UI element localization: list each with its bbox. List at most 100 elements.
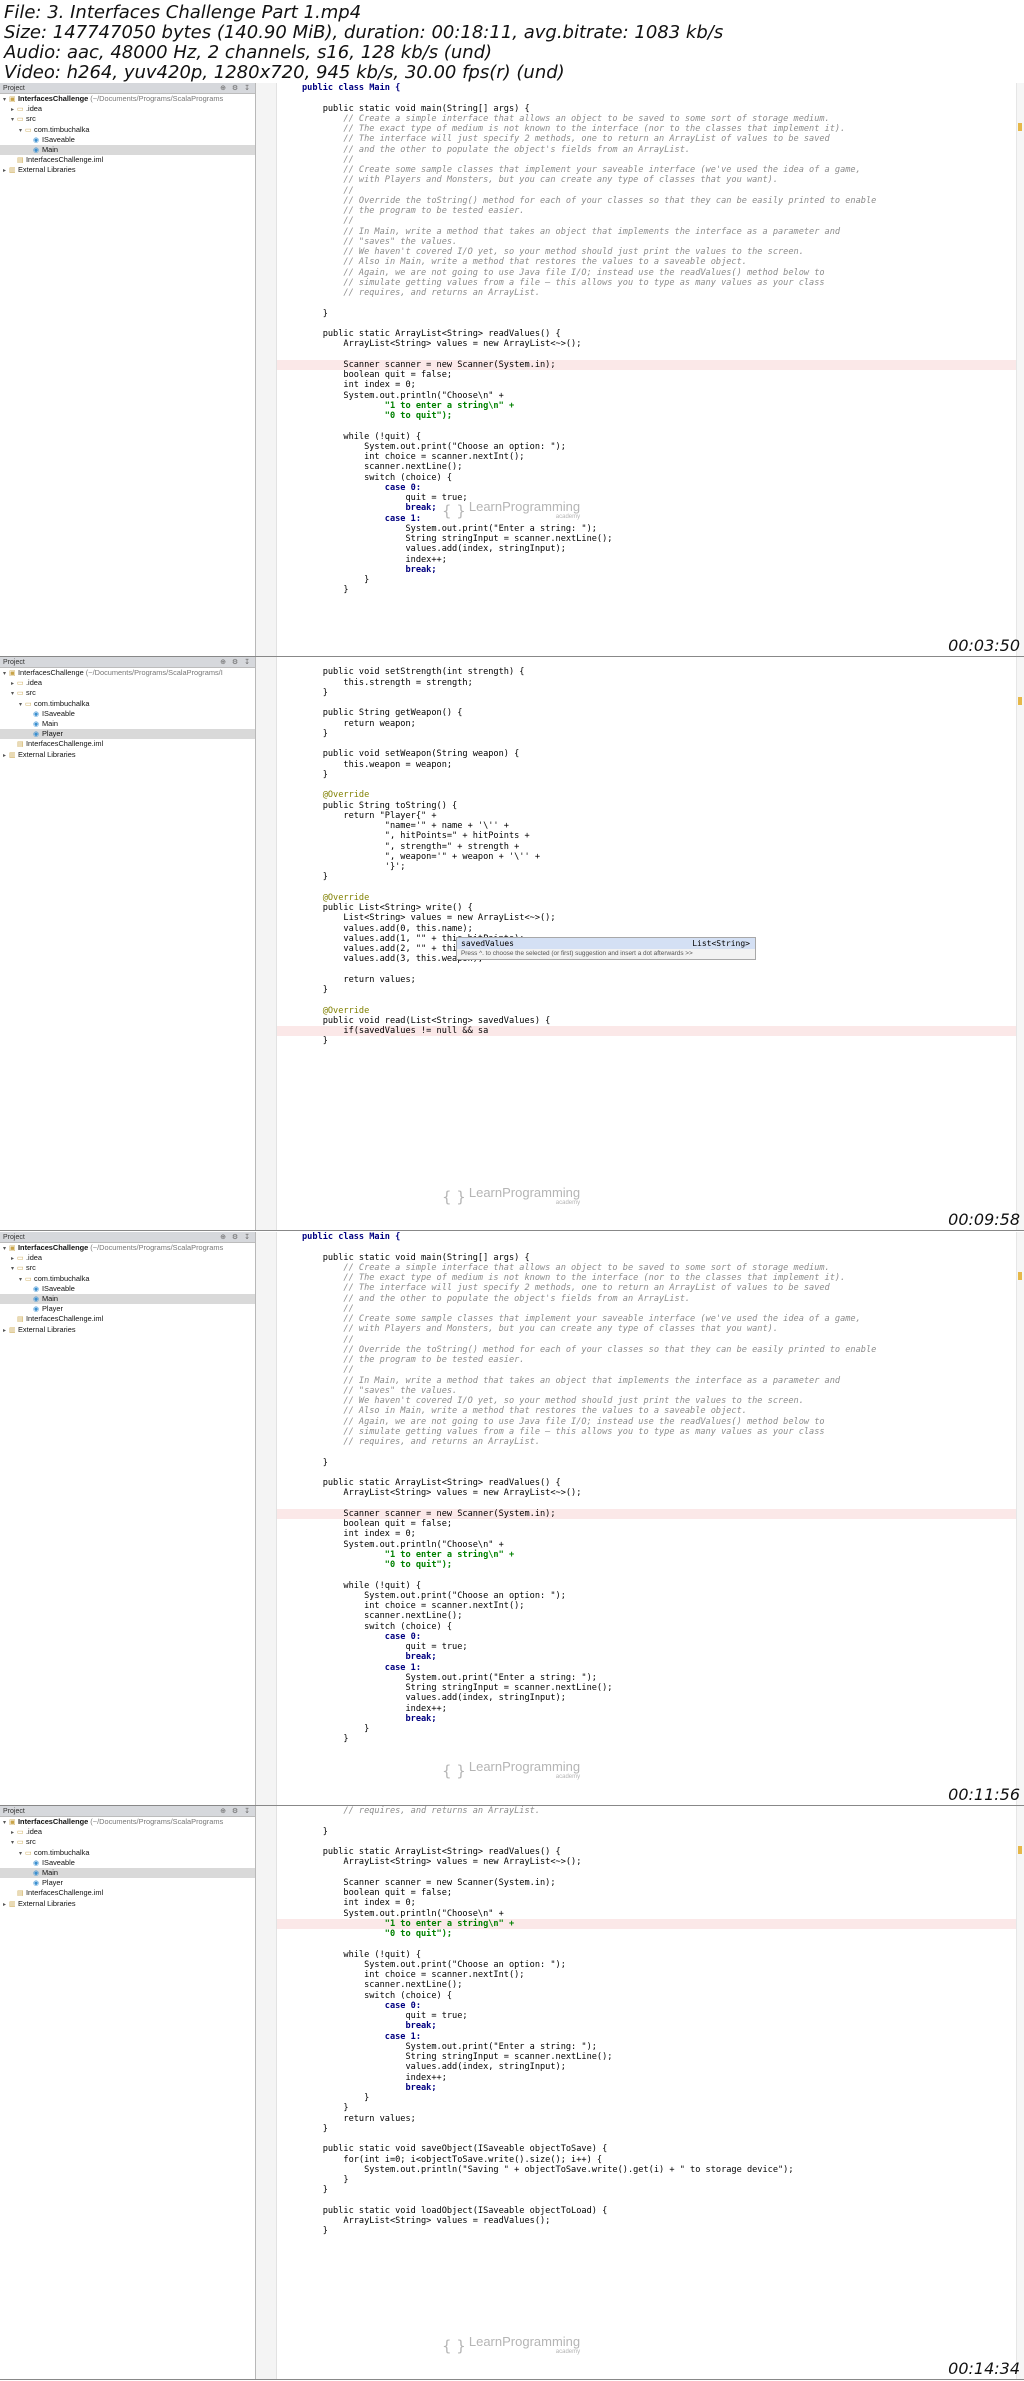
code-line[interactable]: 41 System.out.print("Choose an option: "…: [277, 442, 1024, 452]
code-line[interactable]: 49 System.out.print("Enter a string: ");: [277, 2042, 1024, 2052]
editor-error-stripe[interactable]: [1016, 83, 1024, 657]
code-line[interactable]: 23 // Also in Main, write a method that …: [277, 257, 1024, 267]
project-tree-item[interactable]: ▾ ▣ InterfacesChallenge (~/Documents/Progr…: [0, 668, 255, 678]
code-line[interactable]: 11 // The interface will just specify 2 …: [277, 134, 1024, 144]
code-line[interactable]: 26 // requires, and returns an ArrayList…: [277, 1806, 1024, 1816]
project-tree-item[interactable]: ◉ Main: [0, 144, 255, 156]
code-line[interactable]: 56 return values;: [277, 2114, 1024, 2124]
code-line[interactable]: 48 case 1:: [277, 2032, 1024, 2042]
code-line[interactable]: 58 ", hitPoints=" + hitPoints +: [277, 831, 1024, 841]
code-line[interactable]: 43 scanner.nextLine();: [277, 1980, 1024, 1990]
code-line[interactable]: 41: [277, 657, 1024, 667]
code-line[interactable]: 83: [277, 1088, 1024, 1098]
project-tree-item[interactable]: ▸ ▭ .idea: [0, 1827, 255, 1837]
code-line[interactable]: 7: [277, 1242, 1024, 1252]
code-line[interactable]: 44 switch (choice) {: [277, 473, 1024, 483]
project-tree-item[interactable]: ◉ Main: [0, 719, 255, 729]
code-line[interactable]: 36 System.out.println("Choose\n" +: [277, 1540, 1024, 1550]
code-line[interactable]: 42 public void setStrength(int strength)…: [277, 667, 1024, 677]
code-line[interactable]: 26 // requires, and returns an ArrayList…: [277, 288, 1024, 298]
code-line[interactable]: 11 // The interface will just specify 2 …: [277, 1283, 1024, 1293]
code-line[interactable]: 33 Scanner scanner = new Scanner(System.…: [277, 359, 1024, 370]
code-line[interactable]: 44 switch (choice) {: [277, 1991, 1024, 2001]
code-line[interactable]: 77 if(savedValues != null && sa!: [277, 1026, 1024, 1037]
editor-gutter[interactable]: [256, 657, 277, 1231]
code-line[interactable]: 34 boolean quit = false;: [277, 370, 1024, 380]
code-line[interactable]: 27: [277, 298, 1024, 308]
autocomplete-popup[interactable]: savedValues List<String> Press ^. to choos…: [456, 937, 756, 960]
project-tree-item[interactable]: ▾ ▭ com.timbuchalka: [0, 1848, 255, 1858]
code-line[interactable]: 82: [277, 1077, 1024, 1087]
code-line[interactable]: 22 // We haven't covered I/O yet, so you…: [277, 1396, 1024, 1406]
code-line[interactable]: 49 System.out.print("Enter a string: ");: [277, 524, 1024, 534]
code-line[interactable]: 27: [277, 1816, 1024, 1826]
code-line[interactable]: 67 values.add(0, this.name);: [277, 924, 1024, 934]
code-line[interactable]: 42 int choice = scanner.nextInt();: [277, 1601, 1024, 1611]
code-line[interactable]: 44 }: [277, 688, 1024, 698]
code-line[interactable]: 50 String stringInput = scanner.nextLine…: [277, 1683, 1024, 1693]
code-line[interactable]: 17 // Override the toString() method for…: [277, 196, 1024, 206]
code-line[interactable]: 56 return "Player{" +: [277, 811, 1024, 821]
panel-settings-icon[interactable]: ⊕ ⚙ ↧: [220, 1806, 252, 1817]
project-tree-item[interactable]: ▾ ▭ com.timbuchalka: [0, 125, 255, 135]
code-line[interactable]: 44 switch (choice) {: [277, 1622, 1024, 1632]
code-line[interactable]: 47 break;: [277, 1652, 1024, 1662]
code-line[interactable]: 38 "0 to quit");: [277, 1929, 1024, 1939]
project-tree-item[interactable]: ▤ InterfacesChallenge.iml: [0, 1314, 255, 1324]
code-line[interactable]: 21 // "saves" the values.: [277, 237, 1024, 247]
project-tree-item[interactable]: ▸ ▥ External Libraries: [0, 1899, 255, 1909]
project-tree-item[interactable]: ▾ ▭ src: [0, 688, 255, 698]
code-line[interactable]: 13 //: [277, 1304, 1024, 1314]
code-line[interactable]: 16 //: [277, 186, 1024, 196]
project-tree-item[interactable]: ▸ ▥ External Libraries: [0, 165, 255, 175]
code-line[interactable]: 87: [277, 1129, 1024, 1139]
code-line[interactable]: 34 boolean quit = false;: [277, 1888, 1024, 1898]
code-line[interactable]: 46 quit = true;: [277, 493, 1024, 503]
code-line[interactable]: 53 break;: [277, 2083, 1024, 2093]
code-line[interactable]: 51 values.add(index, stringInput);: [277, 544, 1024, 554]
project-tree-item[interactable]: ▾ ▣ InterfacesChallenge (~/Documents/Progr…: [0, 1817, 255, 1827]
code-line[interactable]: 36 System.out.println("Choose\n" +: [277, 1909, 1024, 1919]
code-line[interactable]: 51 values.add(index, stringInput);: [277, 2062, 1024, 2072]
code-line[interactable]: 81: [277, 1067, 1024, 1077]
code-line[interactable]: 45 case 0:: [277, 483, 1024, 493]
code-line[interactable]: 41 System.out.print("Choose an option: "…: [277, 1960, 1024, 1970]
code-line[interactable]: 20 // In Main, write a method that takes…: [277, 227, 1024, 237]
project-tree-item[interactable]: ▾ ▣ InterfacesChallenge (~/Documents/Progr…: [0, 1243, 255, 1253]
project-tree-item[interactable]: ◉ ISaveable: [0, 1284, 255, 1294]
code-line[interactable]: 53 break;: [277, 1714, 1024, 1724]
code-line[interactable]: 48 case 1:: [277, 1663, 1024, 1673]
code-line[interactable]: 43 this.strength = strength;: [277, 678, 1024, 688]
code-line[interactable]: 37 "1 to enter a string\n" +: [277, 401, 1024, 411]
code-line[interactable]: 53: [277, 780, 1024, 790]
autocomplete-suggestion[interactable]: savedValues List<String>: [457, 938, 755, 949]
code-line[interactable]: 14 // Create some sample classes that im…: [277, 165, 1024, 175]
code-line[interactable]: 8 public static void main(String[] args)…: [277, 1253, 1024, 1263]
warning-marker-icon[interactable]: [1018, 1846, 1022, 1854]
code-line[interactable]: 19 //: [277, 1365, 1024, 1375]
project-tree-item[interactable]: ▤ InterfacesChallenge.iml: [0, 155, 255, 165]
code-line[interactable]: 6public class Main {: [277, 83, 1024, 93]
code-line[interactable]: 27: [277, 1447, 1024, 1457]
code-line[interactable]: 69: [277, 2247, 1024, 2257]
code-line[interactable]: 53 break;: [277, 565, 1024, 575]
code-line[interactable]: 52 index++;: [277, 555, 1024, 565]
code-line[interactable]: 47 break;: [277, 503, 1024, 513]
project-tree-item[interactable]: ▸ ▭ .idea: [0, 1253, 255, 1263]
code-line[interactable]: 35 int index = 0;: [277, 1898, 1024, 1908]
code-line[interactable]: 74: [277, 995, 1024, 1005]
code-line[interactable]: 51 this.weapon = weapon;: [277, 760, 1024, 770]
code-line[interactable]: 16 //: [277, 1335, 1024, 1345]
project-tree-item[interactable]: ◉ Main: [0, 1867, 255, 1879]
code-line[interactable]: 84: [277, 1098, 1024, 1108]
code-line[interactable]: 50 public void setWeapon(String weapon) …: [277, 749, 1024, 759]
code-line[interactable]: 80: [277, 1057, 1024, 1067]
code-line[interactable]: 32: [277, 350, 1024, 360]
code-line[interactable]: 35 int index = 0;: [277, 380, 1024, 390]
editor-error-stripe[interactable]: [1016, 657, 1024, 1231]
project-tree-item[interactable]: ▾ ▭ src: [0, 1837, 255, 1847]
code-line[interactable]: 90: [277, 1159, 1024, 1169]
code-line[interactable]: 50 String stringInput = scanner.nextLine…: [277, 534, 1024, 544]
code-line[interactable]: 45: [277, 698, 1024, 708]
code-line[interactable]: 71: [277, 965, 1024, 975]
